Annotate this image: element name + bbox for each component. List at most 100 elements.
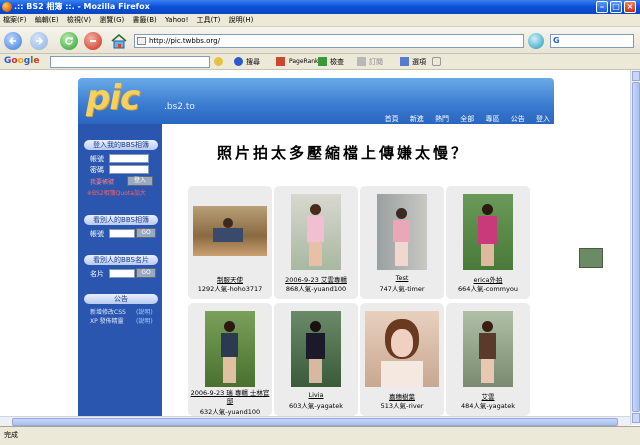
dropdown-icon[interactable] [214,57,223,66]
notice-xp-link[interactable]: (說明) [136,316,153,325]
vertical-scrollbar[interactable] [630,70,640,425]
view-card-title: 看別人的BBS名片 [84,255,158,265]
minimize-button[interactable]: – [596,1,608,13]
status-text: 完成 [4,431,18,439]
home-icon[interactable] [110,33,128,49]
album-meta: 484人氣-yagatek [460,402,515,410]
url-bar[interactable]: http://pic.twbbs.org/ [134,34,524,48]
horizontal-scroll-thumb[interactable] [12,418,618,426]
album-title[interactable]: Test [360,274,444,282]
google-toolbar: Google 搜尋 PageRank 檢查 訂閱 選項 [0,54,640,70]
password-input[interactable] [109,165,149,174]
google-search-icon: G [553,36,560,45]
menu-tools[interactable]: 工具(T) [194,14,224,27]
web-page: pic .bs2.to 首頁 新進 熱門 全部 專區 公告 登入 登入我的BBS… [0,70,630,425]
check-label[interactable]: 檢查 [330,56,344,68]
album-thumbnail[interactable] [463,194,513,270]
subscribe-label[interactable]: 訂閱 [369,56,383,68]
status-bar: 完成 [0,426,640,445]
card-input[interactable] [109,269,135,278]
view-album-title: 看別人的BBS相簿 [84,215,158,225]
nav-new[interactable]: 新進 [410,115,424,123]
menu-file[interactable]: 檔案(F) [0,14,30,27]
album-card[interactable]: 制服天使 1292人氣-hoho3717 [188,186,272,299]
pencil-icon[interactable] [432,57,441,66]
album-card[interactable]: Test 747人氣-timer [360,186,444,299]
reload-icon [65,37,73,45]
notice-css-link[interactable]: (說明) [136,307,153,316]
nav-login[interactable]: 登入 [536,115,550,123]
horizontal-scrollbar[interactable] [0,416,630,426]
quota-link[interactable]: ※BS2相簿Quota加大 [87,188,146,197]
scroll-up-arrow[interactable] [632,71,640,81]
album-thumbnail[interactable] [365,311,439,387]
menu-go[interactable]: 瀏覽(G) [96,14,127,27]
options-icon[interactable] [400,57,409,66]
back-button[interactable] [4,32,22,50]
google-g-icon [234,57,243,66]
album-card[interactable]: 2006-9-23 瑞 專輯 士林官邸 632人氣-yuand100 [188,303,272,416]
search-box[interactable]: G [550,34,634,48]
nav-zone[interactable]: 專區 [486,115,500,123]
menu-bookmarks[interactable]: 書籤(B) [129,14,159,27]
album-card[interactable]: Livia 603人氣-yagatek [274,303,358,416]
album-thumbnail[interactable] [205,311,255,387]
menu-yahoo[interactable]: Yahoo! [162,14,191,27]
pagerank-label[interactable]: PageRank [289,56,319,68]
album-meta: 747人氣-timer [379,285,425,293]
close-button[interactable]: × [624,1,636,13]
album-meta: 868人氣-yuand100 [285,285,347,293]
menu-help[interactable]: 說明(H) [226,14,257,27]
view-go-button[interactable]: GO [136,228,156,238]
album-card[interactable]: 嘉穗樹葉 513人氣-river [360,303,444,416]
stop-icon [90,40,96,42]
view-account-label: 帳號 [90,230,104,238]
sidebar: 登入我的BBS相簿 帳號 密碼 我要帳號 登入 ※BS2相簿Quota加大 看別… [78,124,162,423]
album-card[interactable]: 艾雲 484人氣-yagatek [446,303,530,416]
nav-all[interactable]: 全部 [460,115,474,123]
promo-banner[interactable]: 照片拍太多壓縮檔上傳嫌太慢？ [217,142,469,163]
nav-hot[interactable]: 熱門 [435,115,449,123]
spellcheck-icon[interactable] [318,57,327,66]
back-arrow-icon [8,37,16,45]
scroll-down-arrow[interactable] [632,413,640,423]
site-logo[interactable]: pic [86,78,140,118]
album-thumbnail[interactable] [463,311,513,387]
stop-button[interactable] [84,32,102,50]
album-thumbnail[interactable] [291,194,341,270]
album-title[interactable]: Livia [274,391,358,399]
album-meta: 632人氣-yuand100 [199,408,261,416]
go-button[interactable] [528,33,544,49]
account-input[interactable] [109,154,149,163]
nav-notice[interactable]: 公告 [511,115,525,123]
navigation-toolbar: http://pic.twbbs.org/ G [0,27,640,54]
options-label[interactable]: 選項 [412,56,426,68]
bookmark-icon[interactable] [276,57,285,66]
menu-bar: 檔案(F) 編輯(E) 檢視(V) 瀏覽(G) 書籤(B) Yahoo! 工具(… [0,14,640,27]
forgot-link[interactable]: 我要帳號 [90,177,114,186]
view-account-input[interactable] [109,229,135,238]
reload-button[interactable] [60,32,78,50]
card-go-button[interactable]: GO [136,268,156,278]
main-content: 照片拍太多壓縮檔上傳嫌太慢？ 制服天使 1292人氣-hoho3717 2006… [162,124,554,423]
floating-image-icon[interactable] [579,248,603,268]
forward-button[interactable] [30,32,48,50]
title-bar: .:: BS2 相簿 ::. - Mozilla Firefox – □ × [0,0,640,14]
album-thumbnail[interactable] [291,311,341,387]
login-box-title: 登入我的BBS相簿 [84,140,158,150]
album-title[interactable]: 2006-9-23 瑞 專輯 士林官邸 [188,389,272,405]
album-thumbnail[interactable] [193,206,267,256]
album-card[interactable]: 2006-9-23 艾雲專輯 868人氣-yuand100 [274,186,358,299]
menu-view[interactable]: 檢視(V) [64,14,94,27]
menu-edit[interactable]: 編輯(E) [32,14,62,27]
nav-home[interactable]: 首頁 [385,115,399,123]
login-button[interactable]: 登入 [127,176,153,186]
maximize-button[interactable]: □ [610,1,622,13]
google-search-input[interactable] [50,56,210,68]
album-meta: 664人氣-commyou [458,285,518,293]
album-thumbnail[interactable] [377,194,427,270]
rss-icon[interactable] [357,57,366,66]
vertical-scroll-thumb[interactable] [632,82,640,412]
google-search-label[interactable]: 搜尋 [246,56,260,68]
album-card[interactable]: erica外拍 664人氣-commyou [446,186,530,299]
